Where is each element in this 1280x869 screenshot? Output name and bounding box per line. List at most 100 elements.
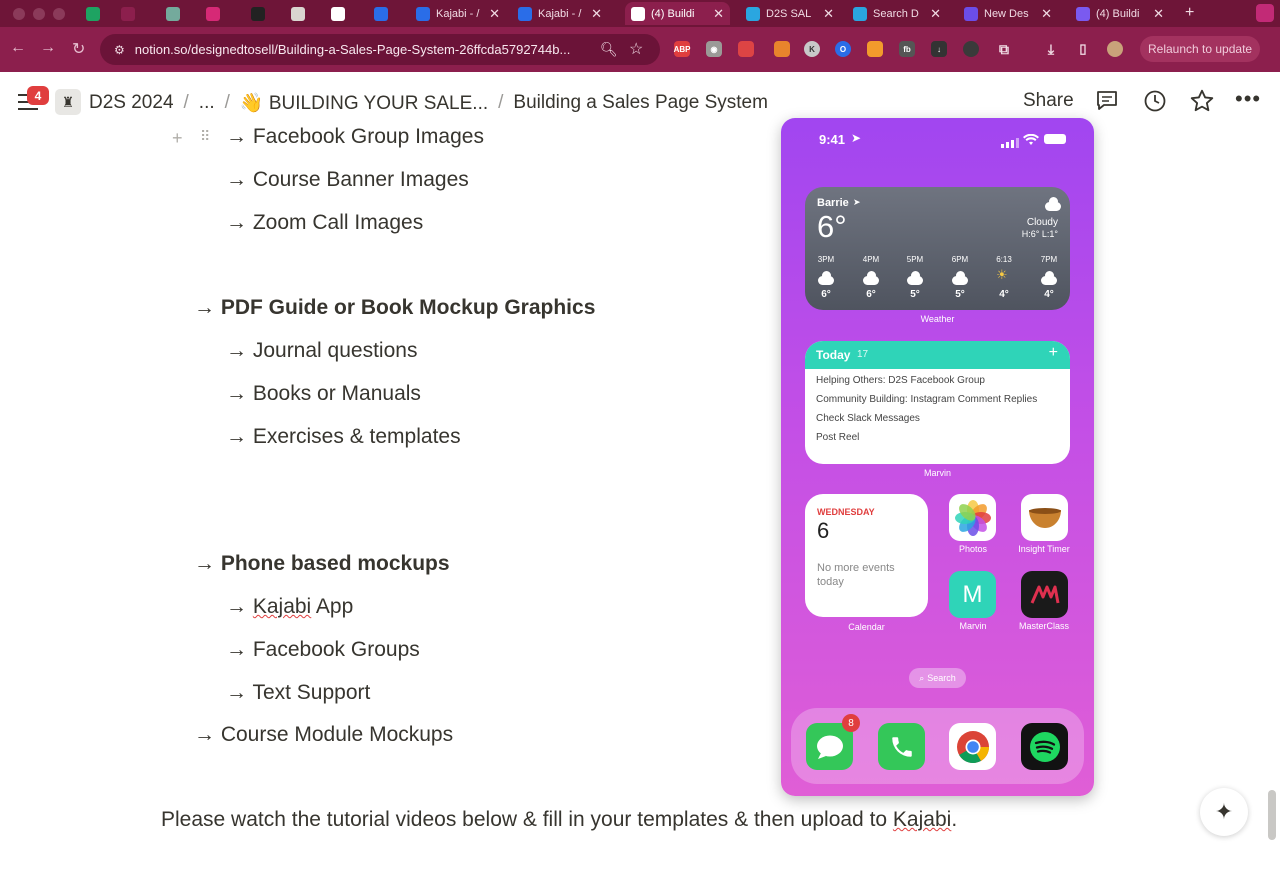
masterclass-app-icon[interactable] <box>1021 571 1068 618</box>
list-item[interactable]: → Kajabi App <box>226 595 353 619</box>
instruction-text[interactable]: Please watch the tutorial videos below &… <box>161 808 957 832</box>
insight-timer-app-icon[interactable] <box>1021 494 1068 541</box>
list-item[interactable]: → Course Banner Images <box>226 168 469 192</box>
extension-icon[interactable] <box>774 41 790 57</box>
download-extension-icon[interactable]: ↓ <box>931 41 947 57</box>
add-block-icon[interactable]: + <box>172 128 183 149</box>
url-text[interactable]: notion.so/designedtosell/Building-a-Sale… <box>135 42 605 57</box>
tab-search-button[interactable] <box>1256 4 1274 22</box>
browser-tab[interactable] <box>285 2 320 25</box>
browser-tab[interactable]: New Des ✕ <box>958 2 1058 25</box>
browser-tab[interactable] <box>325 2 365 25</box>
phone-app-icon[interactable] <box>878 723 925 770</box>
browser-tab[interactable]: D2S SAL ✕ <box>740 2 840 25</box>
list-item[interactable]: → Course Module Mockups <box>194 723 453 747</box>
browser-tab[interactable] <box>245 2 280 25</box>
close-tab-icon[interactable]: ✕ <box>930 6 941 22</box>
tab-title: Kajabi - / <box>436 7 480 20</box>
history-clock-icon[interactable] <box>1143 89 1167 119</box>
browser-tab[interactable]: Kajabi - / ✕ <box>512 2 608 25</box>
profile-avatar[interactable] <box>1107 41 1123 57</box>
calendar-widget[interactable]: WEDNESDAY 6 No more events today <box>805 494 928 617</box>
browser-tab[interactable] <box>200 2 240 25</box>
extension-icon[interactable] <box>738 41 754 57</box>
marvin-app-icon[interactable]: M <box>949 571 996 618</box>
back-button[interactable]: ← <box>10 39 26 57</box>
breadcrumb-item[interactable]: ... <box>199 92 215 114</box>
close-tab-icon[interactable]: ✕ <box>1041 6 1052 22</box>
downloads-icon[interactable]: ⤓ <box>1043 41 1059 57</box>
widget-label: Weather <box>920 314 955 324</box>
side-panel-icon[interactable]: ▯ <box>1075 41 1091 57</box>
list-item[interactable]: → Text Support <box>226 681 370 705</box>
extensions-puzzle-icon[interactable]: ⧉ <box>996 41 1012 57</box>
close-tab-icon[interactable]: ✕ <box>713 6 724 22</box>
list-item[interactable]: → Books or Manuals <box>226 382 421 406</box>
breadcrumb-item[interactable]: 👋 BUILDING YOUR SALE... <box>240 91 488 115</box>
weather-widget[interactable]: Barrie ➤ 6° Cloudy H:6° L:1° 3PM 4PM 5PM… <box>805 187 1070 310</box>
zoom-icon[interactable]: 🔍︎ <box>600 41 618 58</box>
sunset-icon: ☀ <box>996 267 1008 282</box>
extension-icon[interactable] <box>963 41 979 57</box>
breadcrumb-item[interactable]: D2S 2024 <box>89 92 174 114</box>
list-item[interactable]: → Facebook Groups <box>226 638 420 662</box>
list-item[interactable]: → Journal questions <box>226 339 417 363</box>
bookmark-star-icon[interactable]: ☆ <box>629 39 643 59</box>
list-item[interactable]: → Exercises & templates <box>226 425 461 449</box>
address-bar[interactable]: ⚙ notion.so/designedtosell/Building-a-Sa… <box>100 34 660 65</box>
browser-tab[interactable]: Search D ✕ <box>847 2 947 25</box>
browser-tab[interactable] <box>115 2 155 25</box>
spotify-app-icon[interactable] <box>1021 723 1068 770</box>
task-item: Check Slack Messages <box>816 413 920 424</box>
tab-title: Kajabi - / <box>538 7 582 20</box>
app-label: Photos <box>958 544 988 554</box>
app-label: Insight Timer <box>1018 544 1070 554</box>
more-options-icon[interactable]: ••• <box>1235 86 1261 112</box>
drag-handle-icon[interactable]: ⠿ <box>200 128 210 145</box>
browser-tab[interactable] <box>80 2 110 25</box>
opera-extension-icon[interactable]: O <box>835 41 851 57</box>
close-tab-icon[interactable]: ✕ <box>489 6 500 22</box>
k-extension-icon[interactable]: K <box>804 41 820 57</box>
reload-button[interactable]: ↻ <box>72 39 85 59</box>
marvin-widget[interactable]: Today 17 + Helping Others: D2S Facebook … <box>805 341 1070 464</box>
site-settings-icon[interactable]: ⚙ <box>114 43 125 57</box>
window-zoom-button[interactable] <box>53 8 65 20</box>
browser-tab[interactable]: (4) Buildi ✕ <box>1070 2 1170 25</box>
ai-assistant-sparkle-button[interactable]: ✦ <box>1200 788 1248 836</box>
list-item[interactable]: → Facebook Group Images <box>226 125 484 149</box>
close-tab-icon[interactable]: ✕ <box>823 6 834 22</box>
photos-app-icon[interactable] <box>949 494 996 541</box>
comments-icon[interactable] <box>1095 88 1119 118</box>
notification-badge[interactable]: 4 <box>27 86 49 105</box>
browser-tab[interactable] <box>368 2 408 25</box>
section-heading[interactable]: → Phone based mockups <box>194 552 450 576</box>
forward-button[interactable]: → <box>40 39 56 57</box>
share-button[interactable]: Share <box>1023 90 1074 112</box>
window-close-button[interactable] <box>13 8 25 20</box>
new-tab-button[interactable]: + <box>1185 4 1194 22</box>
c-icon <box>853 6 867 21</box>
list-item[interactable]: → Zoom Call Images <box>226 211 423 235</box>
relaunch-button[interactable]: Relaunch to update <box>1140 36 1261 62</box>
browser-tab[interactable]: Kajabi - / ✕ <box>410 2 506 25</box>
browser-tab[interactable] <box>160 2 195 25</box>
breadcrumb-item[interactable]: Building a Sales Page System <box>513 92 768 114</box>
location-arrow-icon: ➤ <box>851 131 862 145</box>
metamask-extension-icon[interactable] <box>867 41 883 57</box>
favorite-star-icon[interactable] <box>1189 88 1215 120</box>
spotlight-search-pill[interactable]: ⌕ Search <box>909 668 966 688</box>
window-minimize-button[interactable] <box>33 8 45 20</box>
chrome-app-icon[interactable] <box>949 723 996 770</box>
camera-extension-icon[interactable]: ◉ <box>706 41 722 57</box>
workspace-icon[interactable]: ♜ <box>55 89 81 115</box>
browser-tab[interactable]: (4) Buildi ✕ <box>625 2 730 25</box>
adblock-extension-icon[interactable]: ABP <box>674 41 690 57</box>
page-scrollbar[interactable] <box>1268 790 1276 840</box>
close-tab-icon[interactable]: ✕ <box>591 6 602 22</box>
app-label: Marvin <box>959 621 987 631</box>
phone-mockup-image[interactable]: 9:41 ➤ Barrie ➤ 6° Cloudy H:6° L:1° 3PM … <box>781 118 1094 796</box>
close-tab-icon[interactable]: ✕ <box>1153 6 1164 22</box>
fb-extension-icon[interactable]: fb <box>899 41 915 57</box>
section-heading[interactable]: → PDF Guide or Book Mockup Graphics <box>194 296 595 320</box>
